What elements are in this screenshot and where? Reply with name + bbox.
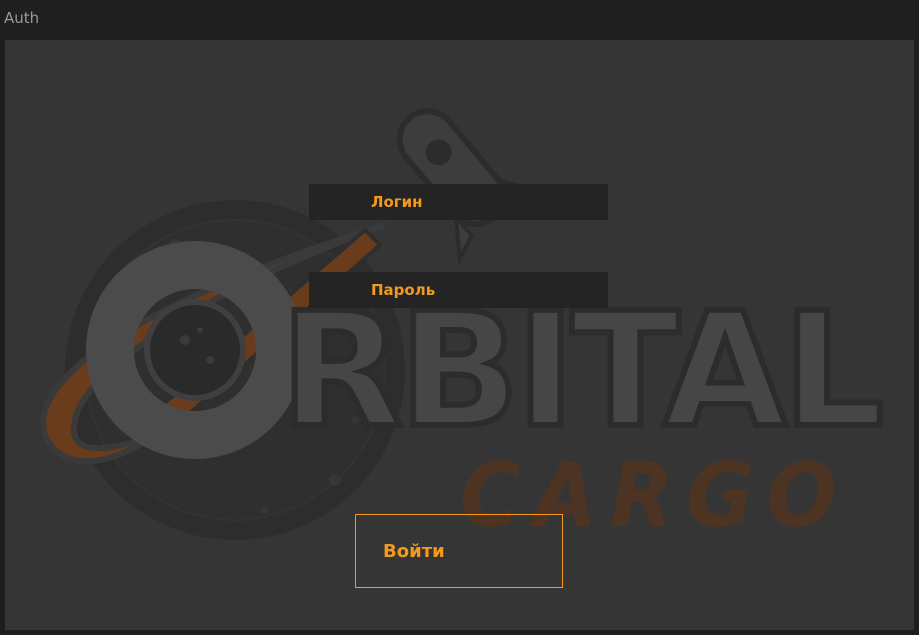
window-title: Auth [4, 9, 40, 27]
login-input[interactable]: Логин [309, 184, 608, 220]
rocket [396, 108, 547, 266]
password-placeholder: Пароль [371, 281, 436, 299]
auth-panel: RBITAL CARGO Логин Пароль Войти [5, 40, 914, 630]
login-button-label: Войти [383, 541, 445, 562]
auth-window: Auth RBITAL CARGO Логин Пароль Войти [0, 0, 919, 635]
login-button[interactable]: Войти [355, 514, 563, 588]
password-input[interactable]: Пароль [309, 272, 608, 308]
title-bar: Auth [0, 0, 919, 38]
login-placeholder: Логин [371, 193, 423, 211]
